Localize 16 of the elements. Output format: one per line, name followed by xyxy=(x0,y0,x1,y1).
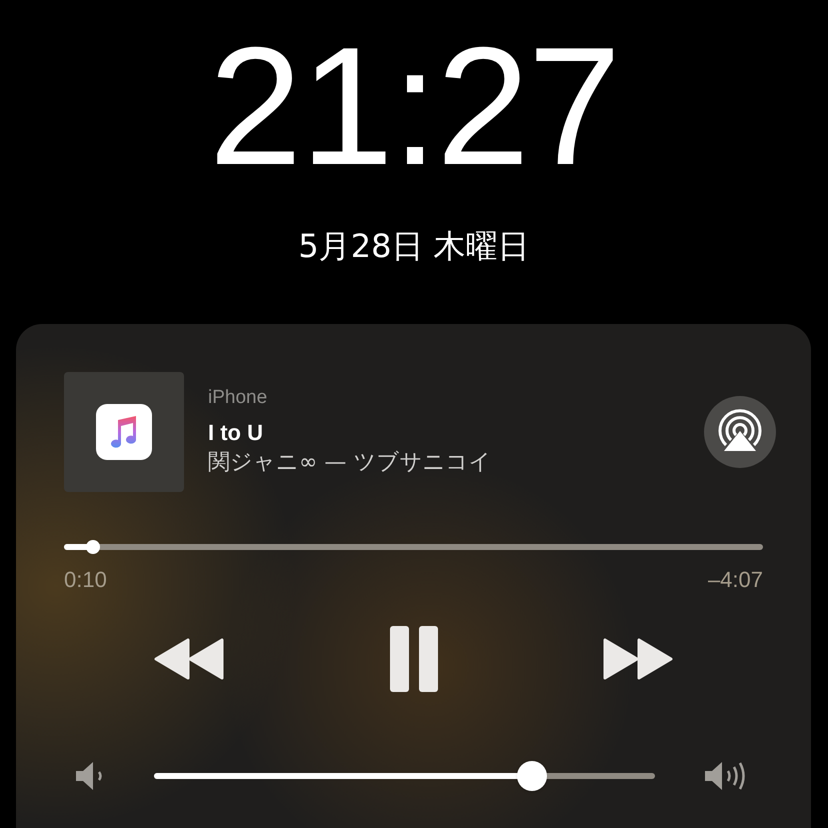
progress-thumb[interactable] xyxy=(86,540,100,554)
fast-forward-icon[interactable] xyxy=(603,638,673,680)
elapsed-time: 0:10 xyxy=(64,566,107,594)
remaining-time: –4:07 xyxy=(708,566,763,594)
track-title: I to U xyxy=(208,419,264,447)
clock-time: 21:27 xyxy=(208,22,620,190)
volume-low-icon xyxy=(76,761,104,791)
source-label: iPhone xyxy=(208,386,268,410)
track-subtitle: 関ジャニ∞ — ツブサニコイ xyxy=(208,449,492,477)
date-label: 5月28日 木曜日 xyxy=(298,230,530,262)
rewind-icon[interactable] xyxy=(154,638,224,680)
volume-thumb[interactable] xyxy=(517,761,548,791)
volume-track[interactable] xyxy=(154,773,655,779)
music-note-icon xyxy=(96,404,152,460)
progress-track[interactable] xyxy=(64,544,763,550)
pause-icon[interactable] xyxy=(390,626,438,692)
